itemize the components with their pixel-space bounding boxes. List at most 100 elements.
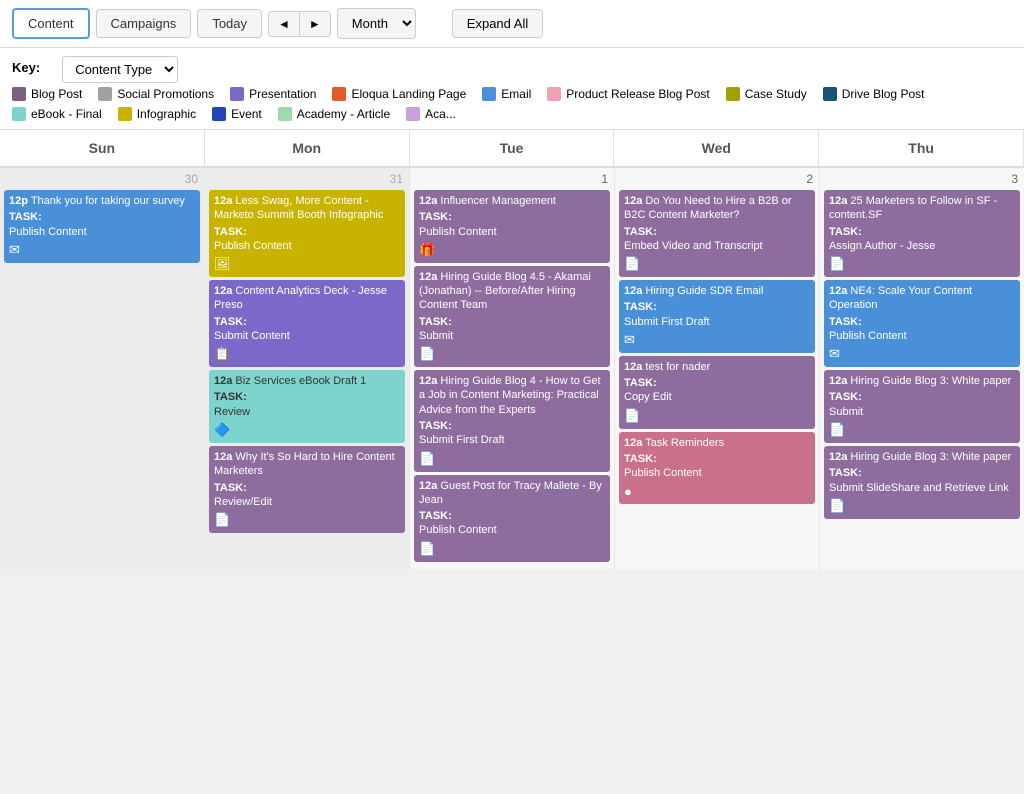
event-title: Why It's So Hard to Hire Content Markete…: [214, 451, 395, 477]
event-title: Hiring Guide Blog 3: White paper: [850, 375, 1011, 387]
event-icon: 📋: [214, 346, 400, 363]
event-card[interactable]: 12a Content Analytics Deck - Jesse Preso…: [209, 280, 405, 367]
key-item-label: Academy - Article: [297, 107, 390, 121]
task-text: Review: [214, 405, 400, 419]
calendar-header-cell: Thu: [819, 130, 1024, 166]
event-time: 12p: [9, 195, 28, 207]
calendar-day: 112a Influencer ManagementTASK:Publish C…: [410, 168, 614, 569]
event-card[interactable]: 12a Hiring Guide Blog 4 - How to Get a J…: [414, 370, 610, 471]
task-text: Submit: [419, 329, 605, 343]
event-time: 12a: [624, 195, 642, 207]
today-button[interactable]: Today: [197, 9, 262, 38]
event-icon: 🔷: [214, 422, 400, 439]
event-card[interactable]: 12a Influencer ManagementTASK:Publish Co…: [414, 190, 610, 263]
task-label: TASK:: [624, 376, 810, 390]
event-card[interactable]: 12a Why It's So Hard to Hire Content Mar…: [209, 446, 405, 533]
day-number: 3: [824, 172, 1020, 186]
calendar-body: 3012p Thank you for taking our surveyTAS…: [0, 168, 1024, 569]
month-select[interactable]: Month: [337, 8, 416, 39]
event-title: NE4: Scale Your Content Operation: [829, 285, 972, 311]
event-time: 12a: [419, 480, 437, 492]
event-title: Hiring Guide Blog 4 - How to Get a Job i…: [419, 375, 601, 416]
event-title: Influencer Management: [440, 195, 556, 207]
event-time: 12a: [829, 451, 847, 463]
task-label: TASK:: [419, 210, 605, 224]
task-label: TASK:: [214, 225, 400, 239]
event-title: Hiring Guide Blog 3: White paper: [850, 451, 1011, 463]
event-card[interactable]: 12a Hiring Guide Blog 3: White paperTASK…: [824, 446, 1020, 519]
key-swatch: [406, 107, 420, 121]
key-item: Infographic: [118, 107, 196, 121]
event-card[interactable]: 12a Hiring Guide SDR EmailTASK:Submit Fi…: [619, 280, 815, 353]
event-icon: 🎁: [419, 242, 605, 259]
task-text: Submit: [829, 405, 1015, 419]
event-icon: ●: [624, 484, 810, 501]
event-time: 12a: [624, 437, 642, 449]
event-card[interactable]: 12a NE4: Scale Your Content OperationTAS…: [824, 280, 1020, 367]
event-time: 12a: [214, 195, 232, 207]
event-card[interactable]: 12a Do You Need to Hire a B2B or B2C Con…: [619, 190, 815, 277]
event-card[interactable]: 12a Task RemindersTASK:Publish Content●: [619, 432, 815, 505]
event-card[interactable]: 12p Thank you for taking our surveyTASK:…: [4, 190, 200, 263]
key-swatch: [230, 87, 244, 101]
nav-arrows: ◄ ►: [268, 11, 331, 37]
event-card[interactable]: 12a Biz Services eBook Draft 1 TASK:Revie…: [209, 370, 405, 443]
event-icon: 📄: [214, 512, 400, 529]
event-icon: 📄: [419, 346, 605, 363]
task-label: TASK:: [214, 315, 400, 329]
calendar-header-cell: Tue: [410, 130, 615, 166]
task-text: Submit First Draft: [624, 315, 810, 329]
task-text: Publish Content: [419, 523, 605, 537]
campaigns-tab-button[interactable]: Campaigns: [96, 9, 192, 38]
event-icon: 📄: [624, 408, 810, 425]
event-time: 12a: [214, 285, 232, 297]
event-time: 12a: [214, 451, 232, 463]
content-type-select[interactable]: Content Type: [62, 56, 178, 83]
task-label: TASK:: [624, 300, 810, 314]
event-card[interactable]: 12a test for naderTASK:Copy Edit📄: [619, 356, 815, 429]
event-time: 12a: [829, 285, 847, 297]
event-card[interactable]: 12a Hiring Guide Blog 4.5 - Akamai (Jona…: [414, 266, 610, 367]
key-item: Aca...: [406, 107, 456, 121]
task-text: Submit First Draft: [419, 433, 605, 447]
event-title: Biz Services eBook Draft 1: [235, 375, 366, 387]
key-label: Key:: [12, 56, 40, 80]
task-label: TASK:: [214, 481, 400, 495]
key-item-label: Blog Post: [31, 87, 82, 101]
task-text: Copy Edit: [624, 390, 810, 404]
event-time: 12a: [214, 375, 232, 387]
key-item: Academy - Article: [278, 107, 390, 121]
key-item-label: Eloqua Landing Page: [351, 87, 466, 101]
task-text: Embed Video and Transcript: [624, 239, 810, 253]
task-label: TASK:: [214, 390, 400, 404]
task-text: Publish Content: [9, 225, 195, 239]
task-label: TASK:: [829, 390, 1015, 404]
key-swatch: [332, 87, 346, 101]
event-icon: 📄: [829, 256, 1015, 273]
key-item-label: Social Promotions: [117, 87, 214, 101]
event-time: 12a: [419, 195, 437, 207]
task-text: Submit SlideShare and Retrieve Link: [829, 481, 1015, 495]
prev-button[interactable]: ◄: [269, 12, 300, 36]
event-title: test for nader: [645, 361, 710, 373]
key-swatch: [118, 107, 132, 121]
event-time: 12a: [624, 285, 642, 297]
calendar-header: SunMonTueWedThu: [0, 130, 1024, 168]
event-card[interactable]: 12a Hiring Guide Blog 3: White paperTASK…: [824, 370, 1020, 443]
event-icon: ✉: [624, 332, 810, 349]
task-text: Assign Author - Jesse: [829, 239, 1015, 253]
key-item-label: Case Study: [745, 87, 807, 101]
event-card[interactable]: 12a Less Swag, More Content - Marketo Su…: [209, 190, 405, 277]
content-tab-button[interactable]: Content: [12, 8, 90, 39]
expand-all-button[interactable]: Expand All: [452, 9, 543, 38]
next-button[interactable]: ►: [300, 12, 330, 36]
key-swatch: [12, 107, 26, 121]
calendar-day: 3 12a 25 Marketers to Follow in SF - cont…: [820, 168, 1024, 569]
event-card[interactable]: 12a 25 Marketers to Follow in SF - conte…: [824, 190, 1020, 277]
task-label: TASK:: [829, 225, 1015, 239]
key-item: Case Study: [726, 87, 807, 101]
event-card[interactable]: 12a Guest Post for Tracy Mallete - By Je…: [414, 475, 610, 562]
task-text: Publish Content: [624, 466, 810, 480]
calendar-header-cell: Wed: [614, 130, 819, 166]
event-icon: 📄: [829, 422, 1015, 439]
